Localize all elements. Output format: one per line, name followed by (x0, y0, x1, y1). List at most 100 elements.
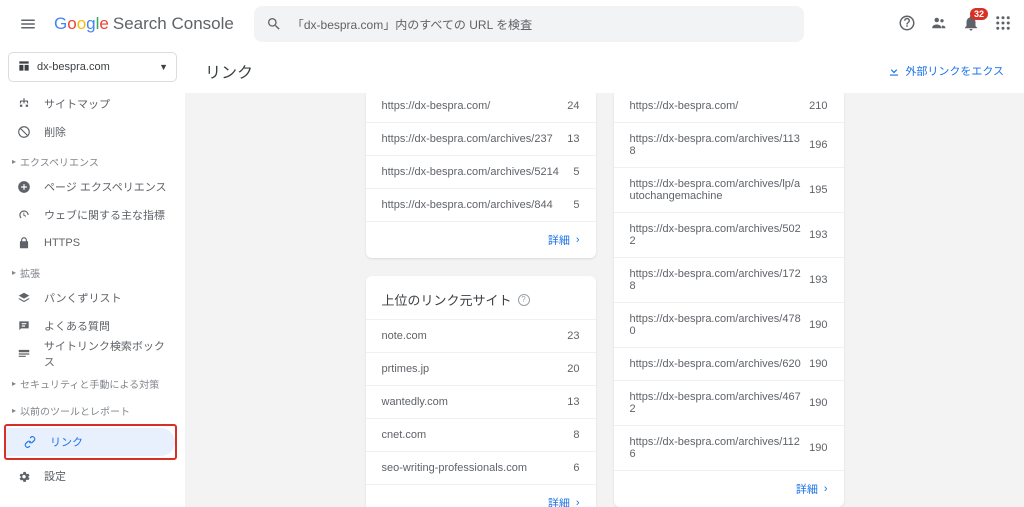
sidebar-item-links[interactable]: リンク (6, 428, 175, 456)
table-row[interactable]: https://dx-bespra.com/210 (614, 93, 844, 122)
sidebar-item-faq[interactable]: よくある質問 (0, 312, 175, 340)
section-enhancements[interactable]: 拡張 (0, 257, 185, 284)
notifications-icon[interactable]: 32 (962, 14, 980, 35)
sidebar-item-settings[interactable]: 設定 (0, 462, 175, 490)
section-legacy[interactable]: 以前のツールとレポート (0, 395, 185, 422)
sidebar-item-label: パンくずリスト (44, 290, 122, 306)
property-selector[interactable]: dx-bespra.com ▼ (8, 52, 177, 82)
remove-icon (16, 125, 32, 139)
row-count: 190 (809, 442, 827, 454)
apps-icon[interactable] (994, 14, 1012, 35)
sidebar: dx-bespra.com ▼ サイトマップ 削除 エクスペリエンス ページ エ… (0, 48, 185, 507)
more-link[interactable]: 詳細› (366, 484, 596, 507)
table-row[interactable]: https://dx-bespra.com/archives/620190 (614, 347, 844, 380)
row-url: https://dx-bespra.com/ (630, 100, 810, 112)
row-url: https://dx-bespra.com/archives/lp/autoch… (630, 178, 810, 202)
row-url: https://dx-bespra.com/archives/1138 (630, 133, 810, 157)
row-count: 193 (809, 274, 827, 286)
card-title: 上位のリンク元サイト (382, 290, 512, 309)
product-name: Search Console (113, 14, 234, 34)
table-row[interactable]: https://dx-bespra.com/archives/lp/autoch… (614, 167, 844, 212)
sidebar-item-breadcrumbs[interactable]: パンくずリスト (0, 284, 175, 312)
sidebar-item-https[interactable]: HTTPS (0, 229, 175, 257)
row-count: 13 (567, 396, 579, 408)
table-row[interactable]: https://dx-bespra.com/archives/52145 (366, 155, 596, 188)
lock-icon (16, 236, 32, 250)
section-experience[interactable]: エクスペリエンス (0, 146, 185, 173)
plus-circle-icon (16, 180, 32, 194)
card-top-sites: 上位のリンク元サイト? note.com23prtimes.jp20wanted… (366, 276, 596, 507)
table-row[interactable]: https://dx-bespra.com/archives/23713 (366, 122, 596, 155)
download-icon (887, 64, 901, 78)
table-row[interactable]: https://dx-bespra.com/archives/5022193 (614, 212, 844, 257)
faq-icon (16, 319, 32, 333)
row-url: https://dx-bespra.com/archives/844 (382, 199, 574, 211)
table-row[interactable]: https://dx-bespra.com/archives/1126190 (614, 425, 844, 470)
sidebar-item-sitelink-search[interactable]: サイトリンク検索ボックス (0, 340, 175, 368)
sidebar-item-feedback[interactable]: フィードバックを送信 (0, 500, 175, 507)
sidebar-item-label: よくある質問 (44, 318, 110, 334)
row-count: 196 (809, 139, 827, 151)
speed-icon (16, 208, 32, 222)
page-title: リンク (205, 59, 253, 83)
table-row[interactable]: https://dx-bespra.com/archives/1138196 (614, 122, 844, 167)
row-count: 190 (809, 397, 827, 409)
row-url: wantedly.com (382, 396, 568, 408)
row-url: prtimes.jp (382, 363, 568, 375)
row-url: https://dx-bespra.com/archives/4780 (630, 313, 810, 337)
row-count: 20 (567, 363, 579, 375)
search-icon (266, 16, 282, 32)
chevron-right-icon: › (576, 497, 580, 507)
sidebar-item-label: ウェブに関する主な指標 (44, 207, 165, 223)
search-input[interactable]: 「dx-bespra.com」内のすべての URL を検査 (254, 6, 804, 42)
table-row[interactable]: note.com23 (366, 319, 596, 352)
chevron-right-icon: › (576, 234, 580, 246)
more-link[interactable]: 詳細› (614, 470, 844, 507)
table-row[interactable]: https://dx-bespra.com/archives/4672190 (614, 380, 844, 425)
row-count: 195 (809, 184, 827, 196)
help-icon[interactable] (898, 14, 916, 35)
table-row[interactable]: prtimes.jp20 (366, 352, 596, 385)
more-link[interactable]: 詳細› (366, 221, 596, 258)
sidebar-item-label: サイトマップ (44, 96, 110, 112)
card-internal-links: https://dx-bespra.com/210https://dx-besp… (614, 93, 844, 507)
table-row[interactable]: https://dx-bespra.com/archives/4780190 (614, 302, 844, 347)
help-icon[interactable]: ? (518, 294, 530, 306)
row-url: https://dx-bespra.com/ (382, 100, 568, 112)
table-row[interactable]: cnet.com8 (366, 418, 596, 451)
notif-badge: 32 (970, 8, 988, 20)
export-button[interactable]: 外部リンクをエクス (887, 63, 1004, 79)
row-count: 24 (567, 100, 579, 112)
table-row[interactable]: https://dx-bespra.com/archives/8445 (366, 188, 596, 221)
table-row[interactable]: wantedly.com13 (366, 385, 596, 418)
table-row[interactable]: seo-writing-professionals.com6 (366, 451, 596, 484)
row-url: https://dx-bespra.com/archives/5214 (382, 166, 574, 178)
product-logo: Google Search Console (54, 14, 234, 34)
row-url: seo-writing-professionals.com (382, 462, 574, 474)
row-url: cnet.com (382, 429, 574, 441)
people-icon[interactable] (930, 14, 948, 35)
table-row[interactable]: https://dx-bespra.com/24 (366, 93, 596, 122)
row-url: https://dx-bespra.com/archives/4672 (630, 391, 810, 415)
row-count: 5 (573, 166, 579, 178)
sidebar-item-label: 削除 (44, 124, 66, 140)
sidebar-item-label: ページ エクスペリエンス (44, 179, 167, 195)
property-name: dx-bespra.com (37, 61, 110, 73)
table-row[interactable]: https://dx-bespra.com/archives/1728193 (614, 257, 844, 302)
export-label: 外部リンクをエクス (905, 63, 1004, 79)
section-security[interactable]: セキュリティと手動による対策 (0, 368, 185, 395)
sidebar-item-label: 設定 (44, 468, 66, 484)
row-url: https://dx-bespra.com/archives/5022 (630, 223, 810, 247)
sidebar-item-sitemaps[interactable]: サイトマップ (0, 90, 175, 118)
sidebar-item-label: HTTPS (44, 237, 80, 249)
row-count: 6 (573, 462, 579, 474)
menu-button[interactable] (12, 8, 44, 40)
sitemap-icon (16, 97, 32, 111)
row-count: 193 (809, 229, 827, 241)
sidebar-item-removals[interactable]: 削除 (0, 118, 175, 146)
row-count: 210 (809, 100, 827, 112)
sidebar-item-page-exp[interactable]: ページ エクスペリエンス (0, 173, 175, 201)
row-url: https://dx-bespra.com/archives/620 (630, 358, 810, 370)
row-url: https://dx-bespra.com/archives/237 (382, 133, 568, 145)
sidebar-item-cwv[interactable]: ウェブに関する主な指標 (0, 201, 175, 229)
